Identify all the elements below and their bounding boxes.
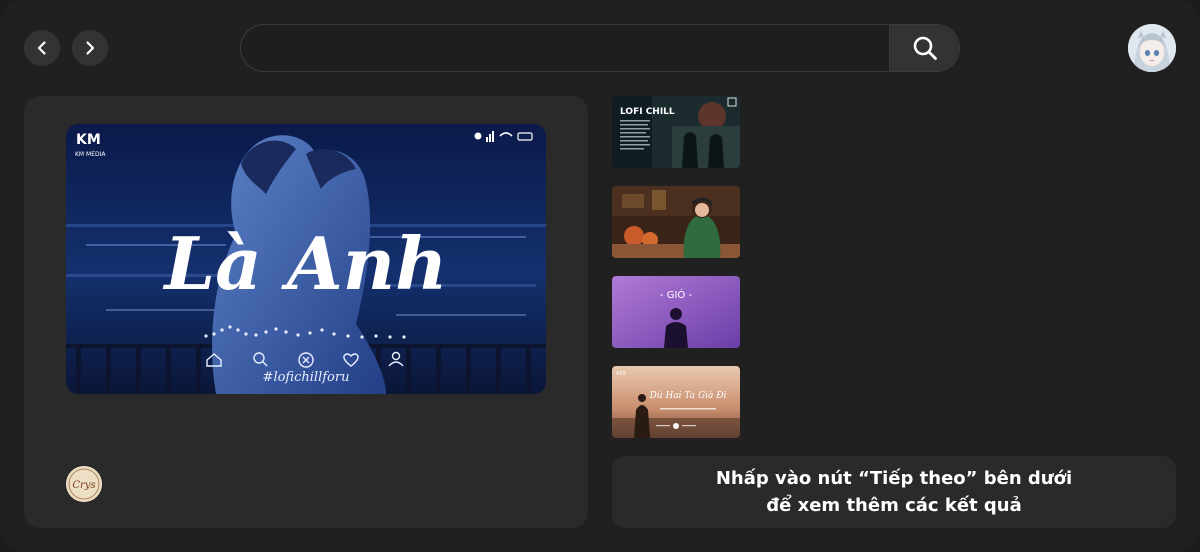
svg-text:420: 420	[616, 371, 626, 377]
side-thumb-artwork-2	[612, 186, 740, 258]
forward-button[interactable]	[72, 30, 108, 66]
svg-text:Crys: Crys	[72, 480, 95, 491]
side-result-1[interactable]: LOFI CHILL	[612, 96, 740, 168]
search-icon	[913, 36, 937, 60]
side-result-3[interactable]: - GIÓ -	[612, 276, 740, 348]
side-thumb-artwork-4: 420 Dù Hai Ta Già Đi	[612, 366, 740, 438]
thumbnail-hashtag: #lofichillforu	[263, 370, 350, 385]
anime-girl-avatar-icon	[1128, 24, 1176, 72]
side-result-2[interactable]	[612, 186, 740, 258]
next-prompt-line-2: để xem thêm các kết quả	[766, 495, 1022, 516]
svg-text:- GIÓ -: - GIÓ -	[660, 288, 693, 301]
channel-logo[interactable]: Crys	[66, 466, 102, 502]
thumbnail-title: Là Anh	[163, 221, 448, 306]
next-prompt-line-1: Nhấp vào nút “Tiếp theo” bên dưới	[715, 468, 1073, 489]
next-results-prompt[interactable]: Nhấp vào nút “Tiếp theo” bên dưới để xem…	[612, 456, 1176, 528]
search-bar	[240, 24, 960, 72]
back-button[interactable]	[24, 30, 60, 66]
main-result-card: KM KM MEDIA Là Anh #lofichillforu Crys	[24, 96, 588, 528]
thumbnail-artwork: KM KM MEDIA Là Anh #lofichillforu	[66, 124, 546, 394]
brand-name: KM MEDIA	[75, 151, 106, 158]
main-video-thumbnail[interactable]: KM KM MEDIA Là Anh #lofichillforu	[66, 124, 546, 394]
svg-text:Dù Hai Ta Già Đi: Dù Hai Ta Già Đi	[649, 390, 727, 401]
chevron-right-icon	[86, 41, 95, 55]
side-thumb-artwork-1: LOFI CHILL	[612, 96, 740, 168]
app-frame: KM KM MEDIA Là Anh #lofichillforu Crys L…	[0, 0, 1200, 552]
brand-logo-mark: KM	[76, 132, 101, 148]
user-avatar[interactable]	[1128, 24, 1176, 72]
chevron-left-icon	[37, 41, 46, 55]
search-input[interactable]	[241, 25, 889, 71]
crys-logo-icon: Crys	[66, 466, 102, 502]
side-thumb-artwork-3: - GIÓ -	[612, 276, 740, 348]
side-result-4[interactable]: 420 Dù Hai Ta Già Đi	[612, 366, 740, 438]
svg-text:LOFI CHILL: LOFI CHILL	[620, 107, 675, 117]
search-button[interactable]	[889, 25, 959, 71]
